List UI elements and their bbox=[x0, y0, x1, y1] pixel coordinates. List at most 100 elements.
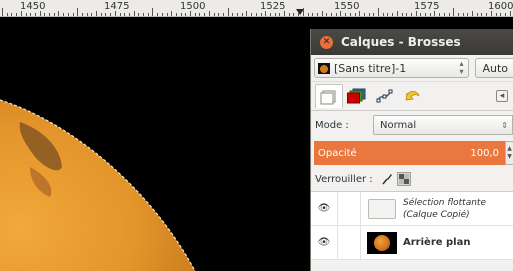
ruler-tick bbox=[472, 11, 473, 16]
horizontal-ruler[interactable]: 1450 1475 1500 1525 1550 1575 1600 bbox=[0, 0, 513, 17]
ruler-tick bbox=[316, 13, 318, 16]
tab-undo-history[interactable] bbox=[399, 84, 427, 108]
ruler-tick bbox=[63, 13, 65, 16]
ruler-tick bbox=[331, 13, 332, 16]
ruler-tick bbox=[448, 13, 450, 16]
auto-button[interactable]: Auto bbox=[475, 58, 513, 78]
ruler-tick bbox=[152, 8, 154, 16]
ruler-tick bbox=[20, 11, 22, 16]
ruler-tick bbox=[401, 13, 403, 16]
ruler-tick bbox=[255, 13, 257, 16]
ruler-tick bbox=[232, 13, 234, 16]
ruler-label: 1500 bbox=[180, 1, 206, 12]
tab-channels[interactable] bbox=[343, 84, 371, 108]
ruler-tick bbox=[298, 13, 300, 16]
ruler-tick bbox=[67, 13, 69, 16]
ruler-tick bbox=[237, 13, 238, 16]
ruler-tick bbox=[509, 11, 511, 16]
close-icon[interactable]: ✕ bbox=[320, 35, 333, 49]
ruler-tick bbox=[462, 13, 464, 16]
ruler-tick bbox=[34, 13, 36, 16]
opacity-label: Opacité bbox=[318, 147, 357, 159]
ruler-tick bbox=[157, 13, 159, 16]
dock-title: Calques - Brosses bbox=[341, 35, 461, 49]
ruler-tick bbox=[443, 13, 445, 16]
ruler-tick bbox=[49, 13, 50, 16]
ruler-tick bbox=[100, 13, 102, 16]
planet-image bbox=[0, 99, 196, 271]
chain-toggle[interactable] bbox=[337, 226, 361, 259]
ruler-tick bbox=[58, 11, 60, 16]
layers-icon bbox=[320, 90, 336, 104]
ruler-tick bbox=[467, 13, 469, 16]
layer-row[interactable]: 👁 Arrière plan bbox=[311, 226, 513, 260]
ruler-tick bbox=[368, 13, 370, 16]
opacity-slider[interactable]: Opacité 100,0 bbox=[314, 141, 505, 165]
ruler-tick bbox=[387, 13, 389, 16]
ruler-tick bbox=[199, 13, 201, 16]
ruler-tick bbox=[269, 13, 271, 16]
ruler-tick bbox=[124, 13, 126, 16]
ruler-tick bbox=[72, 13, 74, 16]
spinner-arrows-icon: ▴ ▾ bbox=[459, 59, 464, 76]
ruler-tick bbox=[91, 13, 93, 16]
ruler-tick bbox=[363, 13, 365, 16]
ruler-tick bbox=[251, 13, 253, 16]
ruler-tick bbox=[171, 11, 173, 16]
ruler-tick bbox=[340, 11, 342, 16]
ruler-tick bbox=[439, 13, 441, 16]
visibility-eye-icon[interactable]: 👁 bbox=[311, 203, 337, 214]
ruler-tick bbox=[279, 13, 281, 16]
alpha-lock-icon[interactable] bbox=[396, 172, 411, 186]
brush-lock-icon[interactable] bbox=[380, 172, 394, 186]
undo-icon bbox=[405, 90, 420, 101]
ruler-tick bbox=[246, 11, 248, 16]
tab-menu-icon[interactable]: ◂ bbox=[496, 90, 508, 102]
tab-layers[interactable] bbox=[315, 84, 343, 108]
ruler-tick bbox=[392, 13, 394, 16]
opacity-value: 100,0 bbox=[470, 147, 499, 159]
ruler-label: 1575 bbox=[414, 1, 440, 12]
ruler-tick bbox=[11, 13, 13, 16]
tab-paths[interactable] bbox=[371, 84, 399, 108]
spinner-arrows-icon: ⇕ bbox=[501, 120, 508, 130]
layer-name[interactable]: Sélection flottante (Calque Copié) bbox=[403, 197, 486, 221]
ruler-label: 1550 bbox=[334, 1, 360, 12]
mode-select[interactable]: Normal ⇕ bbox=[373, 115, 513, 135]
ruler-tick bbox=[453, 8, 455, 16]
ruler-tick bbox=[2, 8, 3, 16]
layer-name[interactable]: Arrière plan bbox=[403, 237, 470, 249]
ruler-tick bbox=[128, 13, 130, 16]
layer-name-line2: (Calque Copié) bbox=[403, 209, 470, 220]
ruler-tick bbox=[284, 11, 285, 16]
dock-titlebar[interactable]: ✕ Calques - Brosses bbox=[311, 29, 513, 55]
ruler-tick bbox=[110, 13, 112, 16]
layers-list: 👁 Sélection flottante (Calque Copié) 👁 A… bbox=[311, 191, 513, 260]
visibility-eye-icon[interactable]: 👁 bbox=[311, 237, 337, 248]
ruler-tick bbox=[349, 13, 351, 16]
layer-thumbnail bbox=[365, 198, 399, 219]
ruler-tick bbox=[81, 13, 83, 16]
auto-button-label: Auto bbox=[482, 61, 508, 75]
ruler-tick bbox=[204, 13, 206, 16]
layer-row[interactable]: 👁 Sélection flottante (Calque Copié) bbox=[311, 192, 513, 226]
ruler-tick bbox=[490, 11, 492, 16]
chain-toggle[interactable] bbox=[337, 192, 361, 225]
ruler-tick bbox=[6, 13, 8, 16]
ruler-tick bbox=[105, 13, 107, 16]
ruler-tick bbox=[241, 13, 243, 16]
image-selector[interactable]: [Sans titre]-1 ▴ ▾ bbox=[314, 58, 470, 78]
ruler-tick bbox=[415, 11, 417, 16]
dock-tabs: ◂ bbox=[311, 82, 513, 111]
ruler-tick bbox=[359, 11, 361, 16]
opacity-spinner[interactable]: ▲ ▼ bbox=[505, 141, 513, 165]
ruler-tick bbox=[321, 11, 323, 16]
ruler-tick bbox=[302, 8, 304, 16]
ruler-tick bbox=[378, 8, 379, 16]
image-canvas[interactable] bbox=[0, 17, 313, 271]
ruler-tick bbox=[222, 13, 224, 16]
ruler-tick bbox=[345, 13, 347, 16]
ruler-tick bbox=[293, 13, 295, 16]
ruler-tick bbox=[495, 13, 497, 16]
ruler-tick bbox=[114, 11, 116, 16]
